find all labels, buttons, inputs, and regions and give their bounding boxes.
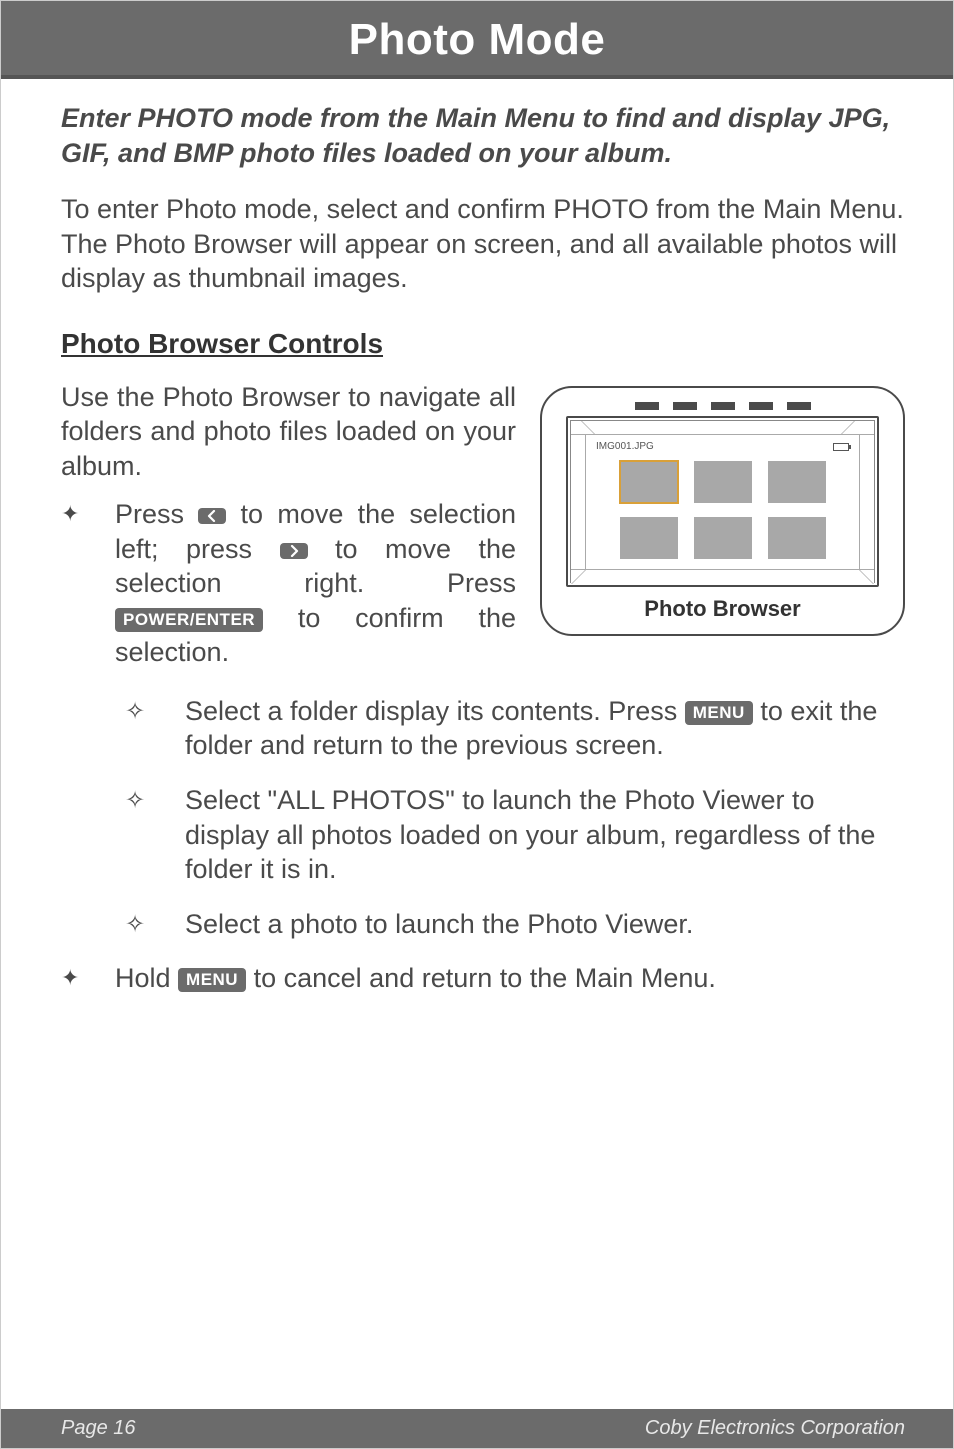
section-heading: Photo Browser Controls xyxy=(61,326,905,362)
dash-icon xyxy=(711,402,735,410)
menu-key: MENU xyxy=(685,701,753,725)
diamond-bullet-icon: ✧ xyxy=(125,783,161,887)
bullet-body: Hold MENU to cancel and return to the Ma… xyxy=(115,961,905,996)
thumbnail-selected xyxy=(620,461,678,503)
text-fragment: Hold xyxy=(115,963,178,993)
browser-intro: Use the Photo Browser to navigate all fo… xyxy=(61,380,516,484)
thumbnail xyxy=(620,517,678,559)
manual-page: Photo Mode Enter PHOTO mode from the Mai… xyxy=(0,0,954,1449)
footer-company: Coby Electronics Corporation xyxy=(645,1417,905,1440)
two-column-layout: Use the Photo Browser to navigate all fo… xyxy=(61,380,905,684)
screen-header: IMG001.JPG xyxy=(596,441,849,454)
menu-key: MENU xyxy=(178,968,246,992)
thumbnail-grid xyxy=(596,461,849,559)
device-top-dashes xyxy=(566,402,879,410)
title-bar: Photo Mode xyxy=(1,1,953,79)
thumbnail xyxy=(694,517,752,559)
bullet-body: Press to move the selection left; press … xyxy=(115,497,516,670)
intro-bold: Enter PHOTO mode from the Main Menu to f… xyxy=(61,101,905,170)
device-frame: IMG001.JPG xyxy=(540,386,905,636)
star-bullet-icon: ✦ xyxy=(61,961,91,996)
screen-outer: IMG001.JPG xyxy=(566,416,879,588)
thumbnail xyxy=(768,517,826,559)
perspective-top xyxy=(571,421,874,435)
screen-perspective: IMG001.JPG xyxy=(570,420,875,584)
thumbnail xyxy=(694,461,752,503)
battery-icon xyxy=(833,443,849,451)
bullet-item: ✦ Hold MENU to cancel and return to the … xyxy=(61,961,905,996)
page-title: Photo Mode xyxy=(1,15,953,65)
dash-icon xyxy=(749,402,773,410)
sub-bullet-item: ✧ Select "ALL PHOTOS" to launch the Phot… xyxy=(125,783,905,887)
bullet-body: Select a photo to launch the Photo Viewe… xyxy=(185,907,905,942)
dash-icon xyxy=(673,402,697,410)
content-area: Enter PHOTO mode from the Main Menu to f… xyxy=(1,79,953,996)
footer-page-number: Page 16 xyxy=(61,1417,136,1440)
screen-inner: IMG001.JPG xyxy=(585,435,860,570)
diamond-bullet-icon: ✧ xyxy=(125,694,161,763)
text-fragment: Press xyxy=(115,499,198,529)
illustration: IMG001.JPG xyxy=(540,380,905,636)
text-fragment: to cancel and return to the Main Menu. xyxy=(246,963,716,993)
left-key-icon xyxy=(198,508,226,524)
sub-bullet-list: ✧ Select a folder display its contents. … xyxy=(125,694,905,941)
text-fragment: Select a folder display its contents. Pr… xyxy=(185,696,685,726)
right-key-icon xyxy=(280,543,308,559)
page-footer: Page 16 Coby Electronics Corporation xyxy=(1,1409,953,1448)
perspective-bottom xyxy=(571,569,874,583)
star-bullet-icon: ✦ xyxy=(61,497,91,670)
dash-icon xyxy=(635,402,659,410)
filename-label: IMG001.JPG xyxy=(596,441,654,454)
diamond-bullet-icon: ✧ xyxy=(125,907,161,942)
illustration-caption: Photo Browser xyxy=(566,595,879,623)
thumbnail xyxy=(768,461,826,503)
intro-text: To enter Photo mode, select and confirm … xyxy=(61,192,905,296)
sub-bullet-item: ✧ Select a photo to launch the Photo Vie… xyxy=(125,907,905,942)
left-column: Use the Photo Browser to navigate all fo… xyxy=(61,380,516,684)
bullet-body: Select a folder display its contents. Pr… xyxy=(185,694,905,763)
dash-icon xyxy=(787,402,811,410)
bullet-item: ✦ Press to move the selection left; pres… xyxy=(61,497,516,670)
power-enter-key: POWER/ENTER xyxy=(115,608,263,632)
sub-bullet-item: ✧ Select a folder display its contents. … xyxy=(125,694,905,763)
bullet-body: Select "ALL PHOTOS" to launch the Photo … xyxy=(185,783,905,887)
